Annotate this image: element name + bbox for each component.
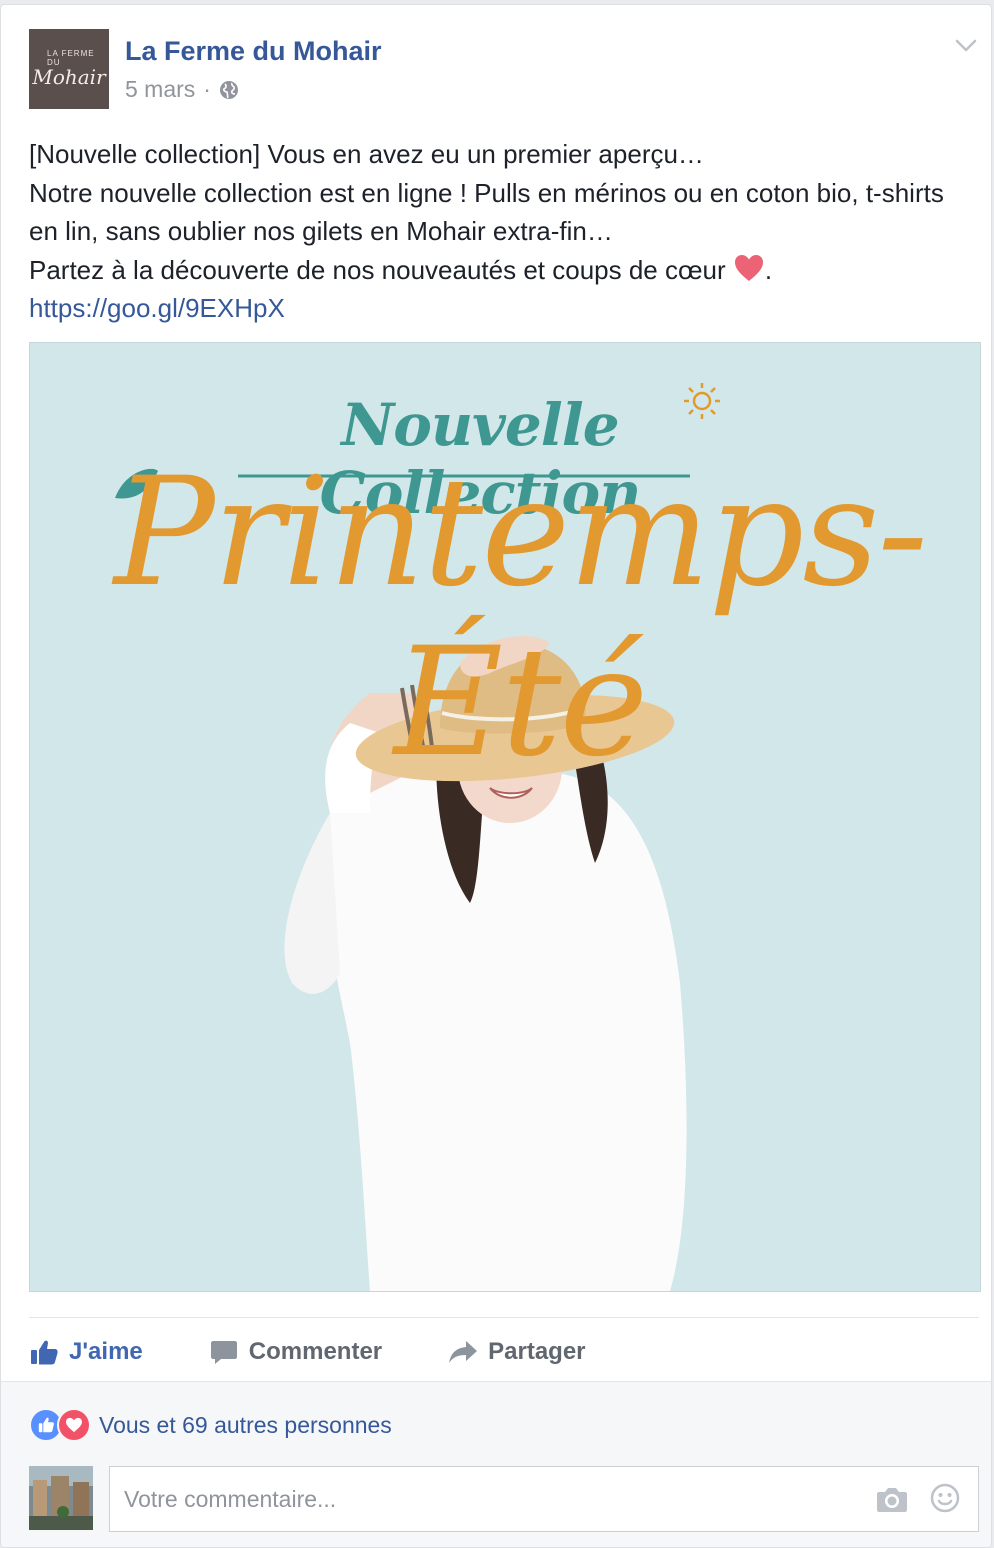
image-title-big: Printemps-Été <box>113 446 928 790</box>
user-avatar[interactable] <box>29 1466 93 1530</box>
page-name-link[interactable]: La Ferme du Mohair <box>125 36 382 67</box>
meta-separator: · <box>203 76 211 102</box>
reactions-text[interactable]: Vous et 69 autres personnes <box>99 1412 392 1439</box>
post-link[interactable]: https://goo.gl/9EXHpX <box>29 293 285 323</box>
comment-button[interactable]: Commenter <box>209 1338 382 1366</box>
post-text-line: Notre nouvelle collection est en ligne !… <box>29 177 944 247</box>
user-avatar-photo <box>29 1466 93 1530</box>
thumbs-up-icon <box>31 1340 58 1365</box>
comment-box <box>109 1466 979 1532</box>
post-date[interactable]: 5 mars <box>125 76 195 103</box>
post-footer: Vous et 69 autres personnes <box>1 1381 991 1547</box>
share-button[interactable]: Partager <box>448 1338 586 1366</box>
action-bar: J'aime Commenter Partager <box>29 1323 652 1381</box>
chevron-down-icon[interactable] <box>955 39 977 53</box>
love-reaction-icon <box>57 1408 91 1442</box>
globe-icon[interactable] <box>219 80 239 100</box>
heart-emoji-icon <box>734 254 763 281</box>
camera-icon[interactable] <box>876 1485 908 1513</box>
reactions-summary[interactable]: Vous et 69 autres personnes <box>29 1408 392 1442</box>
share-label: Partager <box>488 1338 586 1365</box>
post-card: LA FERME DU Mohair La Ferme du Mohair 5 … <box>0 4 992 1548</box>
share-arrow-icon <box>449 1341 478 1363</box>
post-text-period: . <box>764 254 773 285</box>
page-avatar[interactable]: LA FERME DU Mohair <box>29 29 109 109</box>
smiley-icon[interactable] <box>930 1483 960 1513</box>
like-button[interactable]: J'aime <box>29 1338 143 1366</box>
comment-label: Commenter <box>248 1338 383 1365</box>
post-text: [Nouvelle collection] Vous en avez eu un… <box>29 135 977 328</box>
like-label: J'aime <box>69 1338 143 1365</box>
avatar-logo-text: Mohair <box>32 65 106 89</box>
divider <box>29 1317 979 1318</box>
comment-icon <box>210 1341 237 1364</box>
comment-input[interactable] <box>122 1467 866 1531</box>
post-image[interactable]: Nouvelle Collection Printemps-Été <box>29 342 981 1292</box>
post-text-line: [Nouvelle collection] Vous en avez eu un… <box>29 139 704 169</box>
post-meta: 5 mars · <box>125 76 239 103</box>
post-text-line-with-emoji: Partez à la découverte de nos nouveautés… <box>29 251 977 290</box>
post-text-line: Partez à la découverte de nos nouveautés… <box>29 254 726 285</box>
